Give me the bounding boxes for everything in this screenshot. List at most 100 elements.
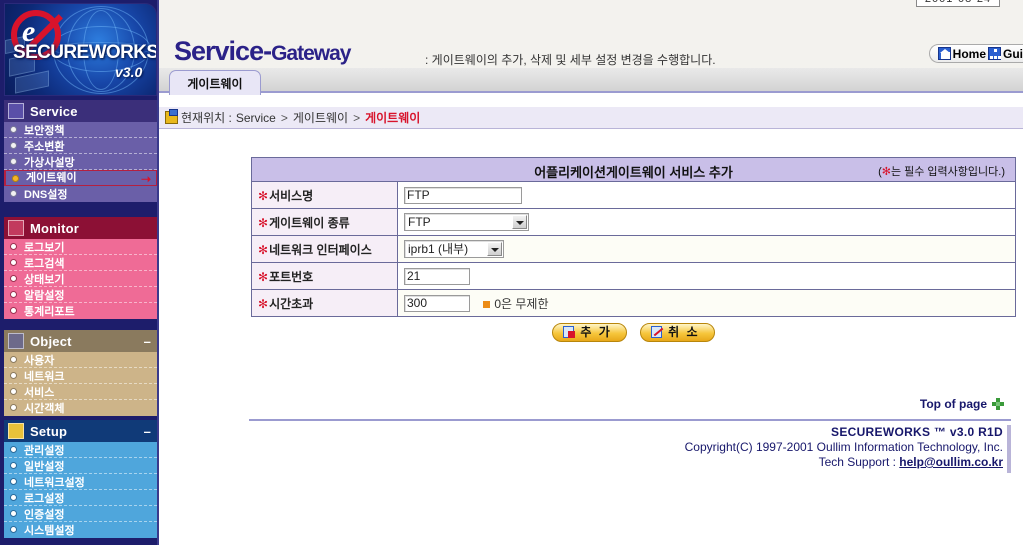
sidebar-item-nat[interactable]: 주소변환: [4, 138, 157, 154]
sidebar-item-log-setting[interactable]: 로그설정: [4, 490, 157, 506]
sidebar-item-stats-report[interactable]: 통계리포트: [4, 303, 157, 319]
sidebar-group-label: Setup: [30, 423, 68, 439]
sidebar-item-label: 시간객체: [24, 403, 65, 415]
bullet-icon: [10, 446, 17, 453]
form-header-row: 어플리케이션게이트웨이 서비스 추가 (✻는 필수 입력사항입니다.): [251, 157, 1016, 182]
sidebar-group-header-object[interactable]: Object –: [4, 330, 157, 352]
sidebar-group-header-monitor[interactable]: Monitor: [4, 217, 157, 239]
breadcrumb-item-gateway[interactable]: 게이트웨이: [293, 109, 348, 126]
table-row: ✻시간초과 300 0은 무제한: [251, 289, 1016, 317]
sidebar-item-service-object[interactable]: 서비스: [4, 384, 157, 400]
breadcrumb-separator: >: [280, 110, 288, 125]
sidebar-item-system-setting[interactable]: 시스템설정: [4, 522, 157, 538]
location-folder-icon: [165, 109, 178, 124]
tab-strip: 게이트웨이: [159, 68, 1023, 95]
bullet-icon: [10, 510, 17, 517]
add-page-icon: [563, 326, 576, 338]
port-number-input[interactable]: 21: [404, 267, 470, 285]
service-window-icon: [8, 103, 24, 119]
collapse-toggle[interactable]: –: [144, 424, 151, 439]
add-button-label: 추 가: [580, 325, 612, 339]
chevron-down-icon[interactable]: [512, 215, 527, 229]
sidebar-item-gateway[interactable]: 게이트웨이 ➝: [4, 170, 157, 186]
table-row: ✻네트워크 인터페이스 iprb1 (내부): [251, 235, 1016, 263]
sidebar-item-label: 로그검색: [24, 258, 65, 270]
label-network-interface: ✻네트워크 인터페이스: [251, 235, 398, 263]
sidebar-item-status-view[interactable]: 상태보기: [4, 271, 157, 287]
sidebar-group-setup: Setup – 관리설정 일반설정 네트워크설정 로그설정 인증설정 시스템설정: [4, 420, 157, 538]
timeout-input[interactable]: 300: [404, 294, 470, 312]
guide-link[interactable]: Gui: [1003, 47, 1023, 61]
form-buttons: 추 가 취 소: [251, 323, 1016, 342]
gateway-type-select[interactable]: FTP: [404, 213, 529, 231]
label-timeout: ✻시간초과: [251, 289, 398, 317]
bullet-icon: [10, 158, 17, 165]
sidebar-group-service: Service 보안정책 주소변환 가상사설망 게이트웨이 ➝ DNS설정: [4, 100, 157, 202]
sidebar-item-log-view[interactable]: 로그보기: [4, 239, 157, 255]
sidebar-item-admin-setting[interactable]: 관리설정: [4, 442, 157, 458]
label-port-number: ✻포트번호: [251, 262, 398, 290]
home-icon[interactable]: [937, 47, 951, 60]
sidebar-item-user[interactable]: 사용자: [4, 352, 157, 368]
breadcrumb-current: 게이트웨이: [365, 111, 421, 125]
breadcrumb-prefix: 현재위치 :: [181, 111, 232, 125]
required-star-icon: ✻: [258, 215, 269, 230]
gateway-type-value: FTP: [408, 215, 431, 229]
sidebar-item-label: 게이트웨이: [26, 172, 77, 184]
sidebar-item-label: 알람설정: [24, 290, 65, 302]
chevron-down-icon[interactable]: [487, 242, 502, 256]
sidebar-item-alarm-setting[interactable]: 알람설정: [4, 287, 157, 303]
form-header-cell: 어플리케이션게이트웨이 서비스 추가 (✻는 필수 입력사항입니다.): [251, 157, 1016, 182]
sidebar-item-security-policy[interactable]: 보안정책: [4, 122, 157, 138]
sidebar-item-general-setting[interactable]: 일반설정: [4, 458, 157, 474]
footer-product: SECUREWORKS ™ v3.0 R1D: [831, 425, 1003, 439]
cancel-button[interactable]: 취 소: [640, 323, 715, 342]
sidebar-item-network[interactable]: 네트워크: [4, 368, 157, 384]
sidebar-item-dns[interactable]: DNS설정: [4, 186, 157, 202]
required-star-icon: ✻: [258, 242, 269, 257]
service-name-input[interactable]: FTP: [404, 186, 522, 204]
cancel-button-label: 취 소: [668, 325, 700, 339]
sidebar-group-object: Object – 사용자 네트워크 서비스 시간객체: [4, 330, 157, 416]
bullet-icon: [10, 356, 17, 363]
collapse-toggle[interactable]: –: [144, 334, 151, 349]
table-row: ✻서비스명 FTP: [251, 181, 1016, 209]
footer-divider: [249, 419, 1011, 421]
sidebar-item-label: 네트워크: [24, 371, 65, 383]
sidebar-item-auth-setting[interactable]: 인증설정: [4, 506, 157, 522]
sidebar-item-label: 통계리포트: [24, 306, 75, 318]
sidebar-items-setup: 관리설정 일반설정 네트워크설정 로그설정 인증설정 시스템설정: [4, 442, 157, 538]
sitemap-icon[interactable]: [988, 47, 1001, 60]
sidebar-item-vpn[interactable]: 가상사설망: [4, 154, 157, 170]
label-gateway-type: ✻게이트웨이 종류: [251, 208, 398, 236]
add-button[interactable]: 추 가: [552, 323, 627, 342]
bullet-icon-active: [12, 175, 19, 182]
sidebar-item-log-search[interactable]: 로그검색: [4, 255, 157, 271]
top-bar: 2001-08-24 Service-Gateway : 게이트웨이의 추가, …: [159, 0, 1023, 68]
value-service-name: FTP: [397, 181, 1016, 209]
sidebar-item-label: 주소변환: [24, 141, 65, 153]
support-email-link[interactable]: help@oullim.co.kr: [899, 455, 1003, 469]
sidebar-group-header-setup[interactable]: Setup –: [4, 420, 157, 442]
label-service-name: ✻서비스명: [251, 181, 398, 209]
sidebar-item-label: 로그설정: [24, 493, 65, 505]
sidebar-item-label: 인증설정: [24, 509, 65, 521]
main-area: 2001-08-24 Service-Gateway : 게이트웨이의 추가, …: [159, 0, 1023, 545]
tab-gateway[interactable]: 게이트웨이: [169, 70, 261, 95]
sidebar-group-monitor: Monitor 로그보기 로그검색 상태보기 알람설정 통계리포트: [4, 217, 157, 319]
network-interface-select[interactable]: iprb1 (내부): [404, 240, 504, 258]
home-link[interactable]: Home: [953, 47, 986, 61]
label-text: 포트번호: [269, 269, 314, 284]
sidebar-item-network-setting[interactable]: 네트워크설정: [4, 474, 157, 490]
network-interface-value: iprb1 (내부): [408, 242, 469, 256]
bullet-icon: [10, 291, 17, 298]
top-of-page-link[interactable]: Top of page: [920, 397, 1005, 411]
required-star-icon: ✻: [881, 166, 891, 178]
sidebar-group-label: Object: [30, 333, 72, 349]
wrench-icon: [8, 423, 24, 439]
sidebar-item-time-object[interactable]: 시간객체: [4, 400, 157, 416]
sidebar-group-header-service[interactable]: Service: [4, 100, 157, 122]
sidebar-group-label: Service: [30, 103, 78, 119]
date-field[interactable]: 2001-08-24: [916, 0, 1000, 7]
breadcrumb-item-service[interactable]: Service: [236, 111, 276, 125]
